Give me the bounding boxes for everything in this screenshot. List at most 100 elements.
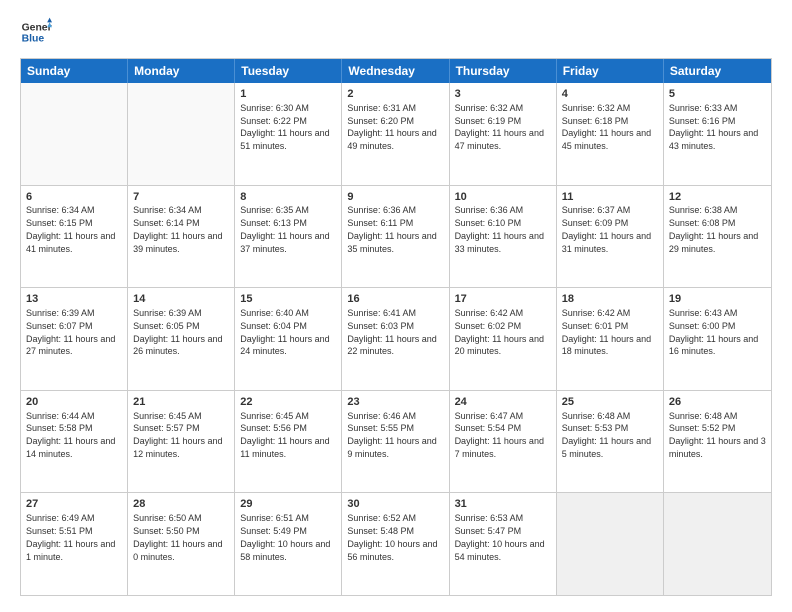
day-number: 21 <box>133 395 229 410</box>
day-content: Sunrise: 6:46 AM Sunset: 5:55 PM Dayligh… <box>347 411 436 459</box>
day-content: Sunrise: 6:32 AM Sunset: 6:18 PM Dayligh… <box>562 103 651 151</box>
empty-cell <box>128 83 235 185</box>
day-number: 2 <box>347 87 443 102</box>
svg-text:Blue: Blue <box>22 34 45 45</box>
day-number: 15 <box>240 292 336 307</box>
day-content: Sunrise: 6:36 AM Sunset: 6:10 PM Dayligh… <box>455 205 544 253</box>
day-cell-23: 23Sunrise: 6:46 AM Sunset: 5:55 PM Dayli… <box>342 391 449 493</box>
day-content: Sunrise: 6:53 AM Sunset: 5:47 PM Dayligh… <box>455 513 545 561</box>
day-content: Sunrise: 6:47 AM Sunset: 5:54 PM Dayligh… <box>455 411 544 459</box>
day-number: 12 <box>669 190 766 205</box>
day-cell-2: 2Sunrise: 6:31 AM Sunset: 6:20 PM Daylig… <box>342 83 449 185</box>
day-number: 31 <box>455 497 551 512</box>
day-cell-22: 22Sunrise: 6:45 AM Sunset: 5:56 PM Dayli… <box>235 391 342 493</box>
calendar-row-4: 27Sunrise: 6:49 AM Sunset: 5:51 PM Dayli… <box>21 492 771 595</box>
day-cell-19: 19Sunrise: 6:43 AM Sunset: 6:00 PM Dayli… <box>664 288 771 390</box>
day-content: Sunrise: 6:51 AM Sunset: 5:49 PM Dayligh… <box>240 513 330 561</box>
day-number: 22 <box>240 395 336 410</box>
header-day-friday: Friday <box>557 59 664 83</box>
day-cell-9: 9Sunrise: 6:36 AM Sunset: 6:11 PM Daylig… <box>342 186 449 288</box>
day-cell-8: 8Sunrise: 6:35 AM Sunset: 6:13 PM Daylig… <box>235 186 342 288</box>
day-number: 5 <box>669 87 766 102</box>
header-day-saturday: Saturday <box>664 59 771 83</box>
day-number: 14 <box>133 292 229 307</box>
day-number: 23 <box>347 395 443 410</box>
day-cell-6: 6Sunrise: 6:34 AM Sunset: 6:15 PM Daylig… <box>21 186 128 288</box>
header-day-thursday: Thursday <box>450 59 557 83</box>
day-number: 1 <box>240 87 336 102</box>
day-cell-12: 12Sunrise: 6:38 AM Sunset: 6:08 PM Dayli… <box>664 186 771 288</box>
day-content: Sunrise: 6:34 AM Sunset: 6:14 PM Dayligh… <box>133 205 222 253</box>
day-cell-10: 10Sunrise: 6:36 AM Sunset: 6:10 PM Dayli… <box>450 186 557 288</box>
day-content: Sunrise: 6:50 AM Sunset: 5:50 PM Dayligh… <box>133 513 222 561</box>
empty-cell <box>557 493 664 595</box>
day-content: Sunrise: 6:42 AM Sunset: 6:01 PM Dayligh… <box>562 308 651 356</box>
day-number: 13 <box>26 292 122 307</box>
day-cell-21: 21Sunrise: 6:45 AM Sunset: 5:57 PM Dayli… <box>128 391 235 493</box>
day-content: Sunrise: 6:32 AM Sunset: 6:19 PM Dayligh… <box>455 103 544 151</box>
day-cell-16: 16Sunrise: 6:41 AM Sunset: 6:03 PM Dayli… <box>342 288 449 390</box>
calendar-body: 1Sunrise: 6:30 AM Sunset: 6:22 PM Daylig… <box>21 83 771 595</box>
day-number: 30 <box>347 497 443 512</box>
day-cell-5: 5Sunrise: 6:33 AM Sunset: 6:16 PM Daylig… <box>664 83 771 185</box>
header-day-sunday: Sunday <box>21 59 128 83</box>
day-cell-24: 24Sunrise: 6:47 AM Sunset: 5:54 PM Dayli… <box>450 391 557 493</box>
day-cell-20: 20Sunrise: 6:44 AM Sunset: 5:58 PM Dayli… <box>21 391 128 493</box>
day-number: 29 <box>240 497 336 512</box>
calendar: SundayMondayTuesdayWednesdayThursdayFrid… <box>20 58 772 596</box>
day-content: Sunrise: 6:42 AM Sunset: 6:02 PM Dayligh… <box>455 308 544 356</box>
day-content: Sunrise: 6:36 AM Sunset: 6:11 PM Dayligh… <box>347 205 436 253</box>
day-cell-29: 29Sunrise: 6:51 AM Sunset: 5:49 PM Dayli… <box>235 493 342 595</box>
header-day-wednesday: Wednesday <box>342 59 449 83</box>
day-number: 4 <box>562 87 658 102</box>
day-content: Sunrise: 6:39 AM Sunset: 6:07 PM Dayligh… <box>26 308 115 356</box>
day-content: Sunrise: 6:34 AM Sunset: 6:15 PM Dayligh… <box>26 205 115 253</box>
day-content: Sunrise: 6:38 AM Sunset: 6:08 PM Dayligh… <box>669 205 758 253</box>
day-cell-26: 26Sunrise: 6:48 AM Sunset: 5:52 PM Dayli… <box>664 391 771 493</box>
day-number: 28 <box>133 497 229 512</box>
day-content: Sunrise: 6:41 AM Sunset: 6:03 PM Dayligh… <box>347 308 436 356</box>
day-number: 25 <box>562 395 658 410</box>
day-number: 9 <box>347 190 443 205</box>
day-content: Sunrise: 6:45 AM Sunset: 5:57 PM Dayligh… <box>133 411 222 459</box>
day-number: 20 <box>26 395 122 410</box>
day-cell-1: 1Sunrise: 6:30 AM Sunset: 6:22 PM Daylig… <box>235 83 342 185</box>
day-cell-14: 14Sunrise: 6:39 AM Sunset: 6:05 PM Dayli… <box>128 288 235 390</box>
day-number: 8 <box>240 190 336 205</box>
day-cell-4: 4Sunrise: 6:32 AM Sunset: 6:18 PM Daylig… <box>557 83 664 185</box>
day-cell-25: 25Sunrise: 6:48 AM Sunset: 5:53 PM Dayli… <box>557 391 664 493</box>
calendar-row-3: 20Sunrise: 6:44 AM Sunset: 5:58 PM Dayli… <box>21 390 771 493</box>
day-cell-7: 7Sunrise: 6:34 AM Sunset: 6:14 PM Daylig… <box>128 186 235 288</box>
empty-cell <box>21 83 128 185</box>
day-cell-30: 30Sunrise: 6:52 AM Sunset: 5:48 PM Dayli… <box>342 493 449 595</box>
day-content: Sunrise: 6:31 AM Sunset: 6:20 PM Dayligh… <box>347 103 436 151</box>
day-content: Sunrise: 6:52 AM Sunset: 5:48 PM Dayligh… <box>347 513 437 561</box>
day-number: 7 <box>133 190 229 205</box>
day-cell-15: 15Sunrise: 6:40 AM Sunset: 6:04 PM Dayli… <box>235 288 342 390</box>
day-cell-13: 13Sunrise: 6:39 AM Sunset: 6:07 PM Dayli… <box>21 288 128 390</box>
day-content: Sunrise: 6:49 AM Sunset: 5:51 PM Dayligh… <box>26 513 115 561</box>
day-number: 24 <box>455 395 551 410</box>
empty-cell <box>664 493 771 595</box>
day-content: Sunrise: 6:33 AM Sunset: 6:16 PM Dayligh… <box>669 103 758 151</box>
day-content: Sunrise: 6:45 AM Sunset: 5:56 PM Dayligh… <box>240 411 329 459</box>
day-number: 10 <box>455 190 551 205</box>
calendar-header: SundayMondayTuesdayWednesdayThursdayFrid… <box>21 59 771 83</box>
day-content: Sunrise: 6:43 AM Sunset: 6:00 PM Dayligh… <box>669 308 758 356</box>
day-number: 3 <box>455 87 551 102</box>
day-cell-31: 31Sunrise: 6:53 AM Sunset: 5:47 PM Dayli… <box>450 493 557 595</box>
day-content: Sunrise: 6:39 AM Sunset: 6:05 PM Dayligh… <box>133 308 222 356</box>
header-day-monday: Monday <box>128 59 235 83</box>
calendar-row-1: 6Sunrise: 6:34 AM Sunset: 6:15 PM Daylig… <box>21 185 771 288</box>
day-content: Sunrise: 6:48 AM Sunset: 5:52 PM Dayligh… <box>669 411 766 459</box>
day-number: 11 <box>562 190 658 205</box>
logo: General Blue <box>20 16 52 48</box>
page: General Blue SundayMondayTuesdayWednesda… <box>0 0 792 612</box>
svg-text:General: General <box>22 22 52 33</box>
day-number: 6 <box>26 190 122 205</box>
day-cell-28: 28Sunrise: 6:50 AM Sunset: 5:50 PM Dayli… <box>128 493 235 595</box>
day-cell-3: 3Sunrise: 6:32 AM Sunset: 6:19 PM Daylig… <box>450 83 557 185</box>
calendar-row-2: 13Sunrise: 6:39 AM Sunset: 6:07 PM Dayli… <box>21 287 771 390</box>
day-number: 19 <box>669 292 766 307</box>
day-content: Sunrise: 6:37 AM Sunset: 6:09 PM Dayligh… <box>562 205 651 253</box>
